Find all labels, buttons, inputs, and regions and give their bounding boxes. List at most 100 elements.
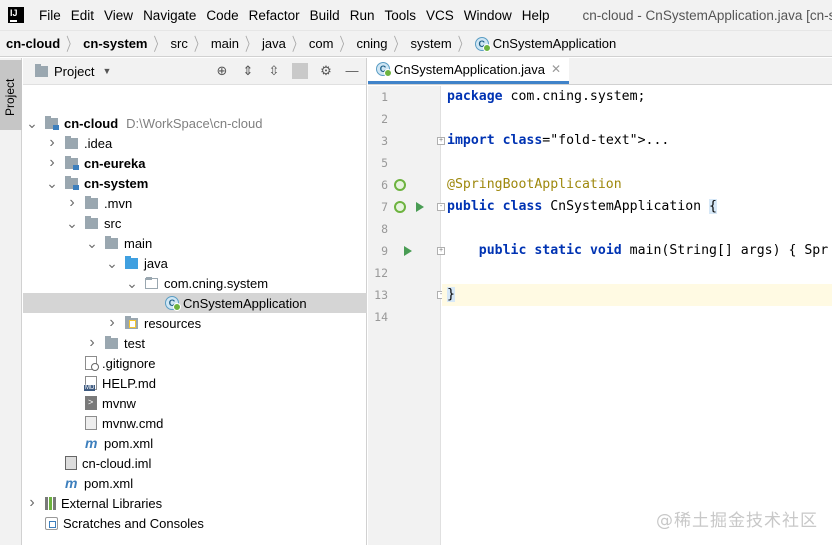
breadcrumb-item[interactable]: src bbox=[170, 36, 187, 51]
chevron-down-icon[interactable]: ⌄ bbox=[45, 176, 59, 190]
maven-icon: m bbox=[85, 435, 98, 451]
tree-item[interactable]: m pom.xml bbox=[23, 473, 367, 493]
tree-item-label: resources bbox=[144, 315, 202, 331]
menu-vcs[interactable]: VCS bbox=[421, 8, 459, 23]
project-view-selector[interactable]: Project bbox=[54, 64, 94, 79]
cmd-file-icon bbox=[85, 416, 97, 430]
chevron-down-icon[interactable]: ⌄ bbox=[65, 216, 79, 230]
tree-item[interactable]: ⌄ com.cning.system bbox=[23, 273, 367, 293]
spring-bean-icon[interactable] bbox=[394, 179, 406, 191]
tree-item-label: CnSystemApplication bbox=[183, 295, 307, 311]
line-number: 6 bbox=[381, 178, 388, 192]
chevron-right-icon: 〉 bbox=[393, 35, 405, 55]
breadcrumb-item[interactable]: com bbox=[309, 36, 334, 51]
menu-code[interactable]: Code bbox=[201, 8, 243, 23]
breadcrumb-item[interactable]: cning bbox=[356, 36, 387, 51]
chevron-right-icon[interactable]: › bbox=[45, 134, 59, 152]
chevron-right-icon: 〉 bbox=[153, 35, 165, 55]
tree-item[interactable]: m pom.xml bbox=[23, 433, 367, 453]
close-icon[interactable]: ✕ bbox=[551, 62, 561, 76]
menu-bar: IJ File Edit View Navigate Code Refactor… bbox=[0, 0, 832, 30]
tree-item[interactable]: cn-cloud.iml bbox=[23, 453, 367, 473]
tree-item[interactable]: ⌄ src bbox=[23, 213, 367, 233]
breadcrumb-item-class[interactable]: C CnSystemApplication bbox=[474, 36, 617, 52]
line-number: 9 bbox=[381, 244, 388, 258]
tree-item-label: main bbox=[124, 235, 153, 251]
folder-icon bbox=[85, 215, 98, 229]
chevron-down-icon[interactable]: ⌄ bbox=[105, 256, 119, 270]
spring-bean-icon[interactable] bbox=[394, 201, 406, 213]
menu-refactor[interactable]: Refactor bbox=[244, 8, 305, 23]
breadcrumb-class-label: CnSystemApplication bbox=[492, 36, 617, 51]
chevron-right-icon: 〉 bbox=[339, 35, 351, 55]
chevron-down-icon[interactable]: ▼ bbox=[102, 66, 111, 76]
tree-item[interactable]: mvnw.cmd bbox=[23, 413, 367, 433]
chevron-right-icon[interactable]: › bbox=[85, 334, 99, 352]
iml-file-icon bbox=[65, 456, 77, 470]
folder-icon bbox=[85, 195, 98, 209]
menu-edit[interactable]: Edit bbox=[66, 8, 99, 23]
tree-item-label: com.cning.system bbox=[164, 275, 269, 291]
menu-build[interactable]: Build bbox=[305, 8, 345, 23]
tree-item[interactable]: › External Libraries bbox=[23, 493, 367, 513]
tree-item[interactable]: › .idea bbox=[23, 133, 367, 153]
breadcrumb-item[interactable]: cn-system bbox=[83, 36, 147, 51]
tree-item[interactable]: ⌄ main bbox=[23, 233, 367, 253]
chevron-right-icon[interactable]: › bbox=[65, 194, 79, 212]
chevron-down-icon[interactable]: ⌄ bbox=[125, 276, 139, 290]
run-icon[interactable] bbox=[404, 246, 412, 256]
tree-item[interactable]: ⌄ java bbox=[23, 253, 367, 273]
breadcrumb-item[interactable]: java bbox=[262, 36, 286, 51]
chevron-right-icon[interactable]: › bbox=[45, 154, 59, 172]
line-number: 14 bbox=[374, 310, 388, 324]
shell-file-icon bbox=[85, 396, 97, 410]
tree-item[interactable]: Scratches and Consoles bbox=[23, 513, 367, 533]
tree-item[interactable]: HELP.md bbox=[23, 373, 367, 393]
menu-navigate[interactable]: Navigate bbox=[138, 8, 201, 23]
tree-item[interactable]: ⌄ cn-cloud D:\WorkSpace\cn-cloud bbox=[23, 113, 367, 133]
collapse-all-icon[interactable]: ⇳ bbox=[266, 63, 282, 79]
project-tool-tab[interactable]: Project bbox=[0, 60, 22, 130]
line-number: 2 bbox=[381, 112, 388, 126]
source-folder-icon bbox=[125, 255, 138, 269]
editor-tab[interactable]: C CnSystemApplication.java ✕ bbox=[368, 57, 570, 84]
breadcrumb-item[interactable]: cn-cloud bbox=[6, 36, 60, 51]
tree-item[interactable]: ⌄ cn-system bbox=[23, 173, 367, 193]
code-view[interactable]: package com.cning.system; import class="f… bbox=[442, 86, 832, 545]
tree-item[interactable]: C CnSystemApplication bbox=[23, 293, 367, 313]
line-number: 1 bbox=[381, 90, 388, 104]
run-icon[interactable] bbox=[416, 202, 424, 212]
breadcrumb-item[interactable]: system bbox=[411, 36, 452, 51]
tree-item[interactable]: .gitignore bbox=[23, 353, 367, 373]
chevron-right-icon: 〉 bbox=[291, 35, 303, 55]
locate-icon[interactable]: ⊕ bbox=[214, 63, 230, 79]
chevron-down-icon[interactable]: ⌄ bbox=[85, 236, 99, 250]
menu-help[interactable]: Help bbox=[517, 8, 555, 23]
tree-item[interactable]: › test bbox=[23, 333, 367, 353]
menu-tools[interactable]: Tools bbox=[379, 8, 421, 23]
chevron-down-icon[interactable]: ⌄ bbox=[25, 116, 39, 130]
tree-item[interactable]: › .mvn bbox=[23, 193, 367, 213]
tree-item-label: cn-eureka bbox=[84, 155, 146, 171]
tree-item-label: cn-cloud.iml bbox=[82, 455, 152, 471]
menu-file[interactable]: File bbox=[34, 8, 66, 23]
menu-window[interactable]: Window bbox=[459, 8, 517, 23]
tree-item-label: cn-system bbox=[84, 175, 149, 191]
tree-item[interactable]: › resources bbox=[23, 313, 367, 333]
spring-class-icon: C bbox=[474, 36, 491, 52]
tree-item[interactable]: mvnw bbox=[23, 393, 367, 413]
chevron-right-icon[interactable]: › bbox=[105, 314, 119, 332]
tree-item-label: External Libraries bbox=[61, 495, 163, 511]
hide-icon[interactable]: — bbox=[344, 63, 360, 79]
expand-all-icon[interactable]: ⇕ bbox=[240, 63, 256, 79]
chevron-right-icon[interactable]: › bbox=[25, 494, 39, 512]
gear-icon[interactable]: ⚙ bbox=[318, 63, 334, 79]
menu-run[interactable]: Run bbox=[345, 8, 380, 23]
tree-item[interactable]: › cn-eureka bbox=[23, 153, 367, 173]
breadcrumb-item[interactable]: main bbox=[211, 36, 239, 51]
tree-item-label: .idea bbox=[84, 135, 113, 151]
menu-view[interactable]: View bbox=[99, 8, 138, 23]
project-folder-icon bbox=[35, 63, 48, 77]
